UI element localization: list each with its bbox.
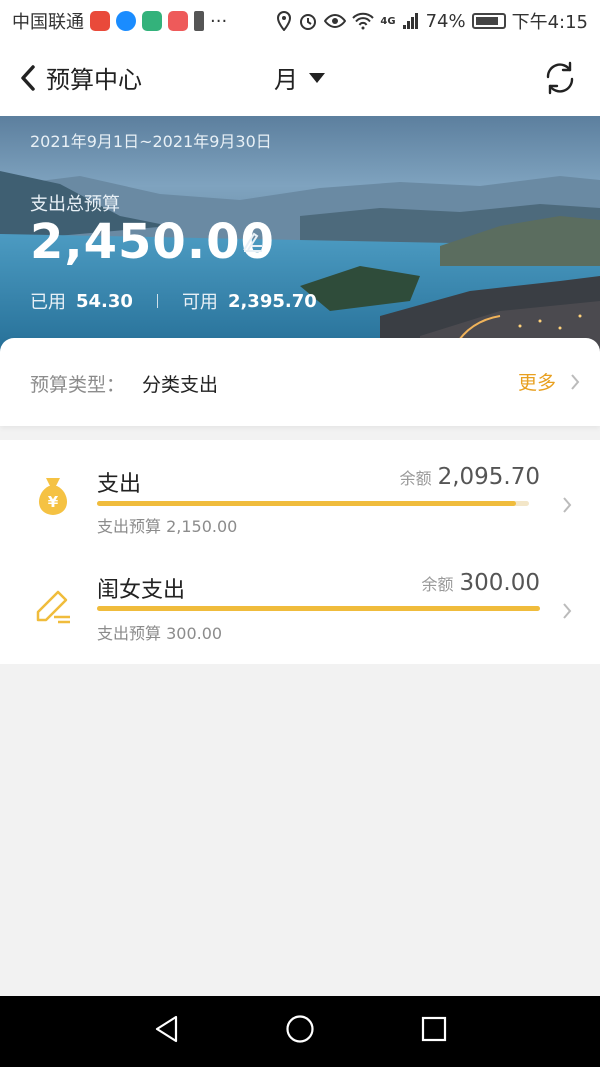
period-label: 月 xyxy=(274,66,298,94)
battery-icon xyxy=(471,13,506,29)
list-item[interactable]: 闺女支出 余额 300.00 支出预算 300.00 xyxy=(0,548,600,656)
available-value: 2,395.70 xyxy=(227,290,317,312)
money-bag-icon: ¥ xyxy=(32,474,74,522)
chevron-left-icon xyxy=(21,64,35,91)
budget-progress-bar xyxy=(97,606,540,611)
item-budget-text: 支出预算 2,150.00 xyxy=(97,517,238,536)
status-right: 4G 74% 下午4:15 xyxy=(276,8,588,34)
more-button[interactable]: 更多 xyxy=(518,368,580,395)
total-budget-label: 支出总预算 xyxy=(30,194,120,215)
used-value: 54.30 xyxy=(76,290,133,312)
top-nav: 预算中心 月 xyxy=(0,42,600,116)
edit-budget-button[interactable] xyxy=(240,230,266,258)
budget-progress-fill xyxy=(97,501,517,506)
usage-summary: 已用 54.30 可用 2,395.70 xyxy=(30,288,317,314)
total-budget-amount: 2,450.00 xyxy=(30,214,275,270)
refresh-icon xyxy=(546,61,574,95)
chevron-right-icon xyxy=(562,496,572,518)
location-icon xyxy=(277,11,292,31)
back-nav-button[interactable] xyxy=(152,1014,182,1048)
more-label: 更多 xyxy=(517,372,556,394)
balance-amount: 300.00 xyxy=(459,570,540,596)
clock: 下午4:15 xyxy=(511,12,588,33)
carrier-label: 中国联通 xyxy=(12,12,84,33)
signal-icon xyxy=(402,13,418,29)
edit-icon xyxy=(243,232,262,252)
network-label: 4G xyxy=(380,15,396,27)
system-nav-bar xyxy=(0,996,600,1067)
available-label: 可用 xyxy=(181,292,218,313)
eye-icon xyxy=(324,13,347,29)
chevron-right-icon xyxy=(562,602,572,624)
status-left: 中国联通 ··· xyxy=(12,8,227,34)
budget-list: ¥ 支出 余额 2,095.70 支出预算 2,150.00 闺女支出 余额 3… xyxy=(0,440,600,664)
pencil-icon xyxy=(34,586,74,630)
item-name: 支出 xyxy=(97,472,142,497)
balance-label: 余额 xyxy=(421,575,454,594)
item-balance: 余额 2,095.70 xyxy=(400,464,540,490)
budget-type-label: 预算类型： xyxy=(30,374,126,396)
app-notification-icon xyxy=(90,11,110,31)
item-name: 闺女支出 xyxy=(97,578,186,603)
divider xyxy=(156,294,158,308)
used-label: 已用 xyxy=(30,292,66,313)
budget-type-card: 预算类型： 分类支出 更多 xyxy=(0,338,600,426)
app-notification-icon xyxy=(142,11,162,31)
budget-banner: 2021年9月1日~2021年9月30日 支出总预算 2,450.00 已用 5… xyxy=(0,116,600,366)
item-budget-text: 支出预算 300.00 xyxy=(97,624,223,643)
home-nav-button[interactable] xyxy=(285,1014,315,1048)
more-notifications-icon: ··· xyxy=(210,10,228,32)
triangle-back-icon xyxy=(155,1015,178,1043)
recents-nav-button[interactable] xyxy=(420,1014,448,1048)
list-item[interactable]: ¥ 支出 余额 2,095.70 支出预算 2,150.00 xyxy=(0,440,600,548)
status-bar: 中国联通 ··· 4G 74% 下午4:15 xyxy=(0,0,600,42)
alarm-icon xyxy=(300,14,317,30)
circle-home-icon xyxy=(286,1015,314,1043)
page-title: 预算中心 xyxy=(46,66,142,94)
wifi-icon xyxy=(352,12,375,30)
zhihu-icon xyxy=(116,11,136,31)
budget-type-value: 分类支出 xyxy=(142,374,219,396)
item-balance: 余额 300.00 xyxy=(422,570,541,596)
balance-label: 余额 xyxy=(399,469,432,488)
battery-percent: 74% xyxy=(425,10,466,32)
caret-down-icon xyxy=(309,72,325,83)
date-range: 2021年9月1日~2021年9月30日 xyxy=(30,132,272,151)
back-button[interactable]: 预算中心 xyxy=(18,60,142,95)
chevron-right-icon xyxy=(571,373,580,390)
alert-icon xyxy=(194,11,204,31)
budget-progress-fill xyxy=(97,606,540,611)
refresh-button[interactable] xyxy=(542,60,578,100)
balance-amount: 2,095.70 xyxy=(437,464,540,490)
svg-text:¥: ¥ xyxy=(48,493,59,511)
period-selector[interactable]: 月 xyxy=(274,60,326,95)
square-recents-icon xyxy=(421,1016,447,1042)
app-notification-icon xyxy=(168,11,188,31)
budget-progress-bar xyxy=(97,501,529,506)
